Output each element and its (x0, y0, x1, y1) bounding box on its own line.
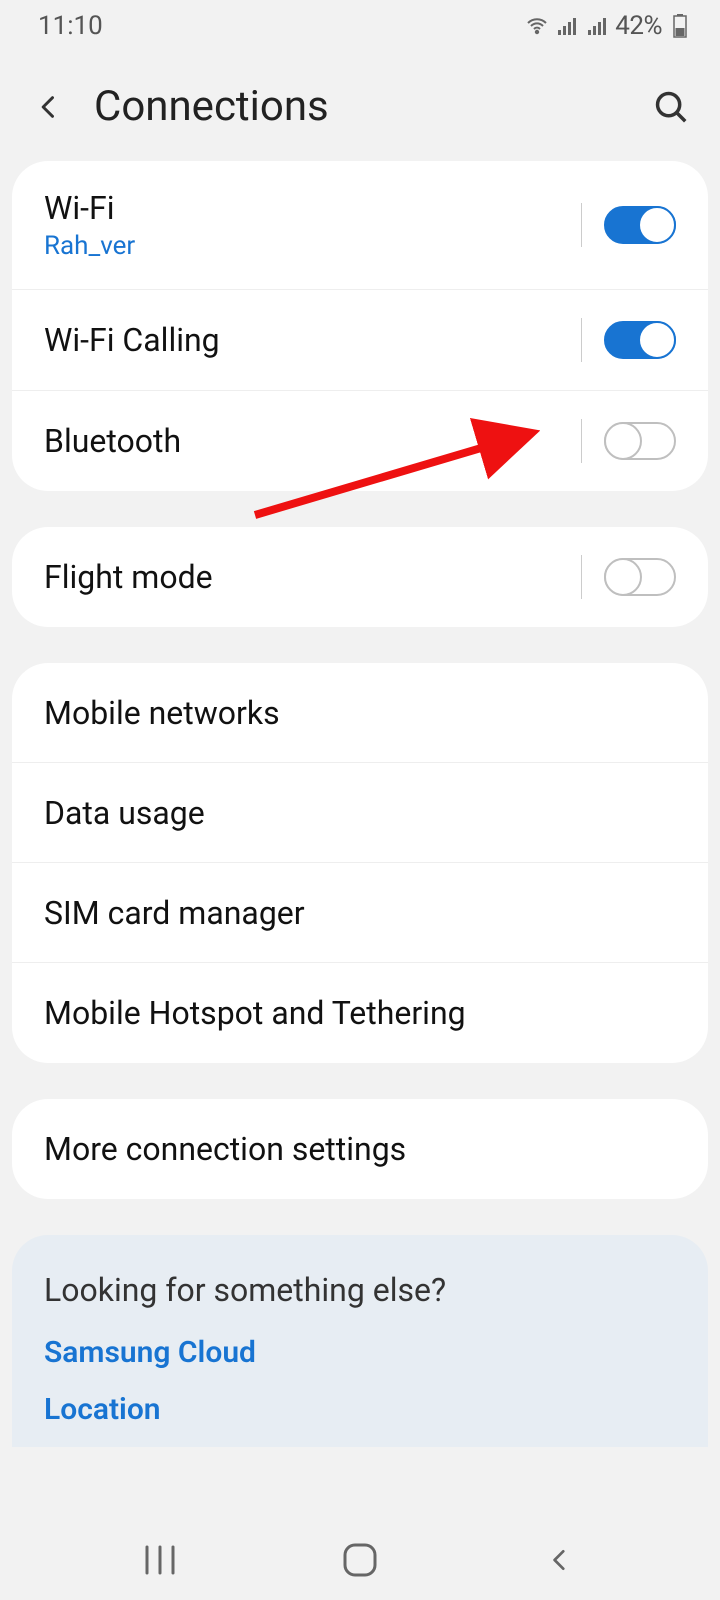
status-bar: 11:10 42% (0, 0, 720, 52)
tips-title: Looking for something else? (44, 1271, 676, 1309)
vert-divider (581, 318, 582, 362)
chevron-left-icon (35, 88, 63, 126)
home-icon (342, 1542, 378, 1578)
status-right: 42% (525, 11, 692, 41)
row-mobile-networks[interactable]: Mobile networks (12, 663, 708, 763)
search-icon (652, 88, 690, 126)
toggle-flightmode[interactable] (604, 558, 676, 596)
nav-back-button[interactable] (535, 1535, 585, 1585)
vert-divider (581, 203, 582, 247)
nav-home-button[interactable] (335, 1535, 385, 1585)
row-flightmode[interactable]: Flight mode (12, 527, 708, 627)
row-wifi-title: Wi-Fi (44, 189, 571, 227)
settings-group-flight: Flight mode (12, 527, 708, 627)
signal1-icon (555, 14, 579, 38)
vert-divider (581, 419, 582, 463)
row-hotspot-title: Mobile Hotspot and Tethering (44, 994, 466, 1032)
search-button[interactable] (650, 86, 692, 128)
row-bluetooth-title: Bluetooth (44, 422, 571, 460)
tips-link-samsung-cloud[interactable]: Samsung Cloud (44, 1335, 676, 1370)
row-wifi-sub: Rah_ver (44, 231, 571, 261)
row-wificalling-title: Wi-Fi Calling (44, 321, 571, 359)
row-sim-manager[interactable]: SIM card manager (12, 863, 708, 963)
recents-icon (143, 1545, 177, 1575)
page-title: Connections (94, 82, 624, 131)
status-time: 11:10 (38, 11, 103, 41)
system-navbar (0, 1520, 720, 1600)
settings-group-more: More connection settings (12, 1099, 708, 1199)
row-more-settings-title: More connection settings (44, 1130, 406, 1168)
back-button[interactable] (30, 88, 68, 126)
vert-divider (581, 555, 582, 599)
toggle-bluetooth[interactable] (604, 422, 676, 460)
row-mobile-networks-title: Mobile networks (44, 694, 280, 732)
row-flightmode-title: Flight mode (44, 558, 571, 596)
nav-recents-button[interactable] (135, 1535, 185, 1585)
row-wificalling[interactable]: Wi-Fi Calling (12, 290, 708, 391)
row-more-settings[interactable]: More connection settings (12, 1099, 708, 1199)
toggle-wificalling[interactable] (604, 321, 676, 359)
tips-panel: Looking for something else? Samsung Clou… (12, 1235, 708, 1447)
settings-group-network: Mobile networks Data usage SIM card mana… (12, 663, 708, 1063)
row-data-usage-title: Data usage (44, 794, 205, 832)
signal2-icon (585, 14, 609, 38)
nav-back-icon (547, 1543, 573, 1577)
row-sim-manager-title: SIM card manager (44, 894, 305, 932)
row-data-usage[interactable]: Data usage (12, 763, 708, 863)
wifi-icon (525, 14, 549, 38)
header: Connections (0, 52, 720, 161)
battery-percent: 42% (615, 11, 662, 41)
row-hotspot[interactable]: Mobile Hotspot and Tethering (12, 963, 708, 1063)
toggle-wifi[interactable] (604, 206, 676, 244)
tips-link-location[interactable]: Location (44, 1392, 676, 1427)
settings-group-connections: Wi-Fi Rah_ver Wi-Fi Calling Bluetooth (12, 161, 708, 491)
row-wifi[interactable]: Wi-Fi Rah_ver (12, 161, 708, 290)
row-bluetooth[interactable]: Bluetooth (12, 391, 708, 491)
battery-icon (668, 14, 692, 38)
